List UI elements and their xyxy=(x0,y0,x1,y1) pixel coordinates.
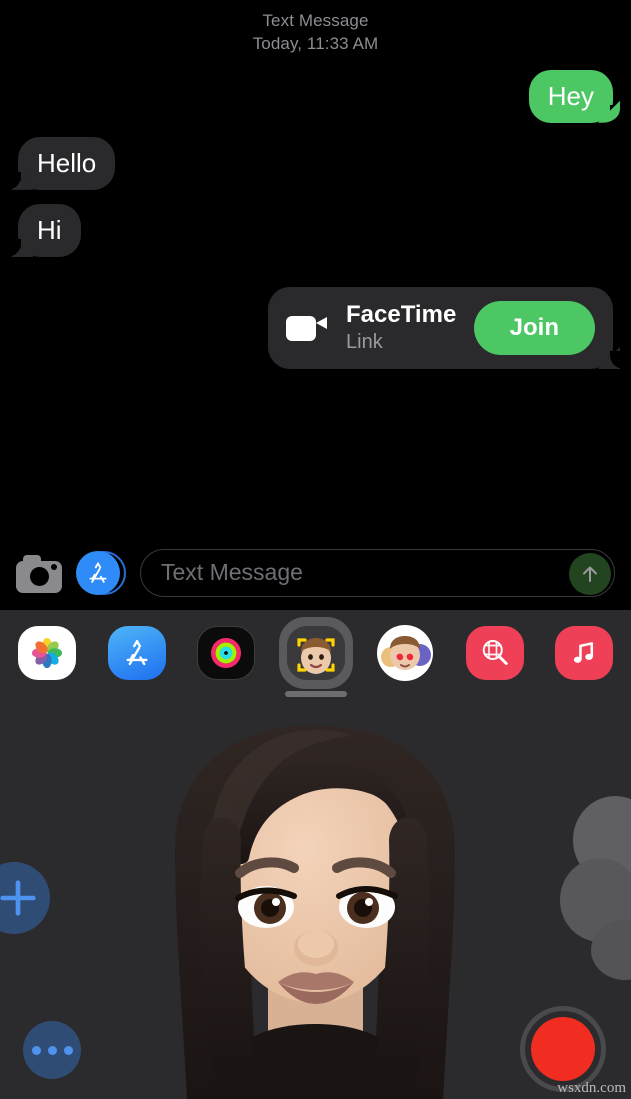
ellipsis-icon xyxy=(63,1045,73,1055)
drag-handle-container xyxy=(0,691,631,697)
memoji-camera-glyph xyxy=(286,626,345,680)
conversation-area: Text Message Today, 11:33 AM Hey Hello H… xyxy=(0,0,631,610)
message-row: FaceTime Link Join xyxy=(0,287,631,369)
app-store-glyph xyxy=(125,640,148,666)
facetime-card-text: FaceTime Link xyxy=(346,301,458,354)
memoji-eye-left xyxy=(235,886,297,928)
app-drawer-item-music[interactable] xyxy=(555,624,613,682)
camera-icon[interactable] xyxy=(16,553,62,593)
message-row: Hello xyxy=(0,136,631,191)
message-row: Hi xyxy=(0,203,631,258)
photos-glyph xyxy=(31,637,63,669)
app-drawer-row xyxy=(0,610,631,689)
facetime-card-title: FaceTime xyxy=(346,301,457,329)
images-search-glyph xyxy=(482,640,508,665)
app-store-icon xyxy=(107,626,166,680)
app-drawer-item-memoji-stickers[interactable] xyxy=(376,624,434,682)
background-blur-object xyxy=(560,796,631,980)
images-search-icon xyxy=(465,626,524,680)
send-arrow-up-icon xyxy=(583,566,597,582)
message-row: Hey xyxy=(0,69,631,123)
join-facetime-button[interactable]: Join xyxy=(473,301,595,355)
music-note-glyph xyxy=(573,642,594,663)
activity-rings-glyph xyxy=(211,638,241,668)
message-bubble-received[interactable]: Hi xyxy=(7,203,81,258)
imessage-app-drawer xyxy=(0,610,631,720)
music-note-icon xyxy=(555,626,613,680)
app-drawer-item-memoji[interactable] xyxy=(278,617,353,689)
thread-service-label: Text Message xyxy=(262,11,369,30)
memoji-stickers-glyph xyxy=(381,636,431,670)
send-button[interactable] xyxy=(569,552,611,595)
plus-icon xyxy=(0,880,36,916)
memoji-more-options-button[interactable] xyxy=(23,1021,81,1079)
text-message-field[interactable] xyxy=(140,548,615,597)
watermark: wsxdn.com xyxy=(557,1080,626,1096)
ellipsis-icon xyxy=(31,1045,41,1055)
app-drawer-item-fitness[interactable] xyxy=(197,624,255,682)
memoji-stickers-icon xyxy=(377,625,433,681)
memoji-eye-right xyxy=(336,886,398,928)
record-icon xyxy=(531,1017,595,1081)
memoji-camera-icon xyxy=(286,626,345,680)
thread-header: Text Message Today, 11:33 AM xyxy=(0,0,631,56)
photos-icon xyxy=(18,626,76,680)
ellipsis-icon xyxy=(47,1045,57,1055)
message-bubble-sent[interactable]: Hey xyxy=(528,69,625,123)
search-input[interactable] xyxy=(161,559,562,586)
app-store-icon[interactable] xyxy=(76,550,126,595)
message-input-bar xyxy=(0,535,631,610)
facetime-link-card[interactable]: FaceTime Link Join xyxy=(268,287,624,369)
message-bubble-received[interactable]: Hello xyxy=(6,136,116,191)
thread-timestamp: Today, 11:33 AM xyxy=(252,33,379,53)
facetime-card-subtitle: Link xyxy=(346,330,383,353)
app-drawer-item-photos[interactable] xyxy=(18,624,76,682)
drawer-drag-handle[interactable] xyxy=(284,691,347,697)
video-camera-icon xyxy=(286,311,330,345)
activity-rings-icon xyxy=(197,626,255,680)
app-store-glyph xyxy=(89,562,107,583)
app-drawer-item-app-store[interactable] xyxy=(107,624,166,682)
app-drawer-item-images[interactable] xyxy=(465,624,524,682)
